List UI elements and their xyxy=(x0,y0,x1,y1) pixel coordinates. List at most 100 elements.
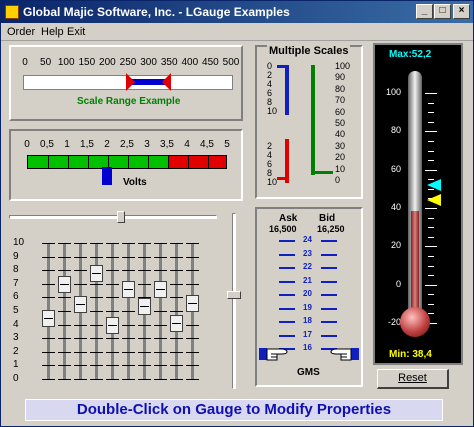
fader-knob[interactable] xyxy=(170,315,183,333)
thermometer-scale-label: 100 xyxy=(385,87,401,97)
fader-tick xyxy=(186,256,199,258)
horizontal-slider-thumb[interactable] xyxy=(117,211,125,223)
window-title: Global Majic Software, Inc. - LGauge Exa… xyxy=(23,5,290,19)
fader-tick xyxy=(170,351,183,353)
ask-bid-scale-label: 22 xyxy=(303,262,312,271)
fader-tick xyxy=(42,379,55,380)
fader-tick xyxy=(106,365,119,367)
fader-tick xyxy=(58,324,71,326)
menu-exit[interactable]: Exit xyxy=(67,26,85,38)
ask-bid-right-line xyxy=(321,307,337,310)
menu-order[interactable]: Order xyxy=(7,26,35,38)
fader-knob[interactable] xyxy=(106,316,119,334)
fader-tick xyxy=(90,351,103,353)
fader-tick xyxy=(154,270,167,272)
max-label: Max:52,2 xyxy=(389,49,431,60)
fader-tick xyxy=(170,283,183,285)
fader-tick xyxy=(90,283,103,285)
thermometer-tick xyxy=(425,284,437,286)
volts-tick-label: 2 xyxy=(104,139,110,150)
bid-value: 16,250 xyxy=(317,224,345,234)
ask-bid-left-line xyxy=(279,240,295,242)
thermometer-gauge[interactable]: Max:52,2 100 80 60 40 20 0 -20 Min: 38,4 xyxy=(373,43,463,365)
fader-tick xyxy=(122,379,135,380)
thermometer-tick xyxy=(428,102,434,104)
fader-knob[interactable] xyxy=(154,281,167,299)
title-bar[interactable]: Global Majic Software, Inc. - LGauge Exa… xyxy=(1,1,473,23)
multiple-scales-gauge[interactable]: Multiple Scales 0 2 4 6 8 10 2 4 6 8 10 100 90 80 70… xyxy=(255,45,363,199)
fader-tick xyxy=(138,365,151,367)
ask-bid-right-line xyxy=(321,321,337,323)
fader-knob[interactable] xyxy=(122,281,135,299)
volts-divider xyxy=(188,156,189,168)
scale-range-gauge[interactable]: 0 50 100 150 200 250 300 350 400 450 500 Scale Ran… xyxy=(9,45,243,121)
vertical-slider-thumb[interactable] xyxy=(227,291,241,299)
fader-tick xyxy=(74,379,87,380)
fader-tick xyxy=(106,283,119,285)
horizontal-slider[interactable] xyxy=(9,211,217,223)
ask-hand-icon xyxy=(259,345,289,363)
close-button[interactable]: × xyxy=(453,4,470,19)
volts-gauge[interactable]: 0 0,5 1 1,5 2 2,5 3 3,5 4 4,5 5 Volts xyxy=(9,129,243,201)
ask-bid-right-line xyxy=(321,253,337,256)
ask-bid-gauge[interactable]: Ask Bid 16,500 16,250 24 23 22 21 20 19 18 17 16… xyxy=(255,207,363,387)
fader-tick xyxy=(122,351,135,353)
fader-tick xyxy=(122,365,135,367)
thermometer-tick xyxy=(425,246,437,248)
thermometer-tick xyxy=(428,217,434,219)
fader-tick xyxy=(138,256,151,258)
fader-tick xyxy=(122,324,135,326)
green-indicator-cap xyxy=(311,171,333,174)
fader-tick xyxy=(90,256,103,258)
thermometer-tick xyxy=(428,160,434,162)
fader-knob[interactable] xyxy=(186,294,199,312)
ask-bid-scale-label: 19 xyxy=(303,302,312,312)
fader-bank: 10 9 8 7 6 5 4 3 2 1 0 xyxy=(9,235,217,387)
app-window: Global Majic Software, Inc. - LGauge Exa… xyxy=(0,0,474,427)
left-bottom-scale-label: 10 xyxy=(267,177,278,187)
fader-knob[interactable] xyxy=(138,297,151,315)
right-scale-label: 100 xyxy=(335,61,351,71)
menu-help[interactable]: Help xyxy=(41,26,64,38)
fader-tick xyxy=(106,243,119,244)
maximize-button[interactable]: □ xyxy=(434,4,451,19)
volts-divider xyxy=(48,156,49,168)
bid-hand-icon xyxy=(329,345,359,363)
fader-tick xyxy=(122,338,135,340)
volts-tick-label: 2,5 xyxy=(120,139,134,150)
fader-knob[interactable] xyxy=(74,296,87,314)
thermometer-tick xyxy=(428,227,434,229)
fader-tick xyxy=(186,365,199,367)
fader-tick xyxy=(186,270,199,272)
fader-knob[interactable] xyxy=(42,309,55,327)
range-low-marker[interactable] xyxy=(126,73,135,91)
multiple-scales-title: Multiple Scales xyxy=(267,45,351,57)
ask-bid-left-line xyxy=(279,334,295,337)
fader-tick xyxy=(106,256,119,258)
max-marker[interactable] xyxy=(427,178,441,191)
minimize-button[interactable]: _ xyxy=(416,4,433,19)
scale-range-tick-label: 150 xyxy=(78,57,96,68)
right-scale-label: 30 xyxy=(335,140,346,151)
fader-tick xyxy=(186,379,199,380)
range-high-marker[interactable] xyxy=(162,73,172,91)
volts-divider xyxy=(88,156,89,168)
fader-tick xyxy=(58,351,71,353)
volts-caption: Volts xyxy=(123,177,147,188)
fader-tick xyxy=(170,379,183,380)
fader-tick xyxy=(122,311,135,312)
reset-button[interactable]: Reset xyxy=(377,369,449,389)
fader-knob[interactable] xyxy=(58,275,71,293)
ask-bid-right-line xyxy=(321,267,337,269)
fader-tick xyxy=(58,365,71,367)
vertical-slider[interactable] xyxy=(227,213,241,389)
fader-knob[interactable] xyxy=(90,264,103,282)
min-marker[interactable] xyxy=(427,194,441,207)
right-scale-label: 60 xyxy=(335,106,346,117)
mercury-column xyxy=(411,211,419,317)
fader-tick xyxy=(58,297,71,299)
fader-tick xyxy=(138,379,151,380)
ask-bid-scale-label: 20 xyxy=(303,289,312,298)
fader-tick xyxy=(154,379,167,380)
fader-scale-label: 5 xyxy=(13,305,19,316)
